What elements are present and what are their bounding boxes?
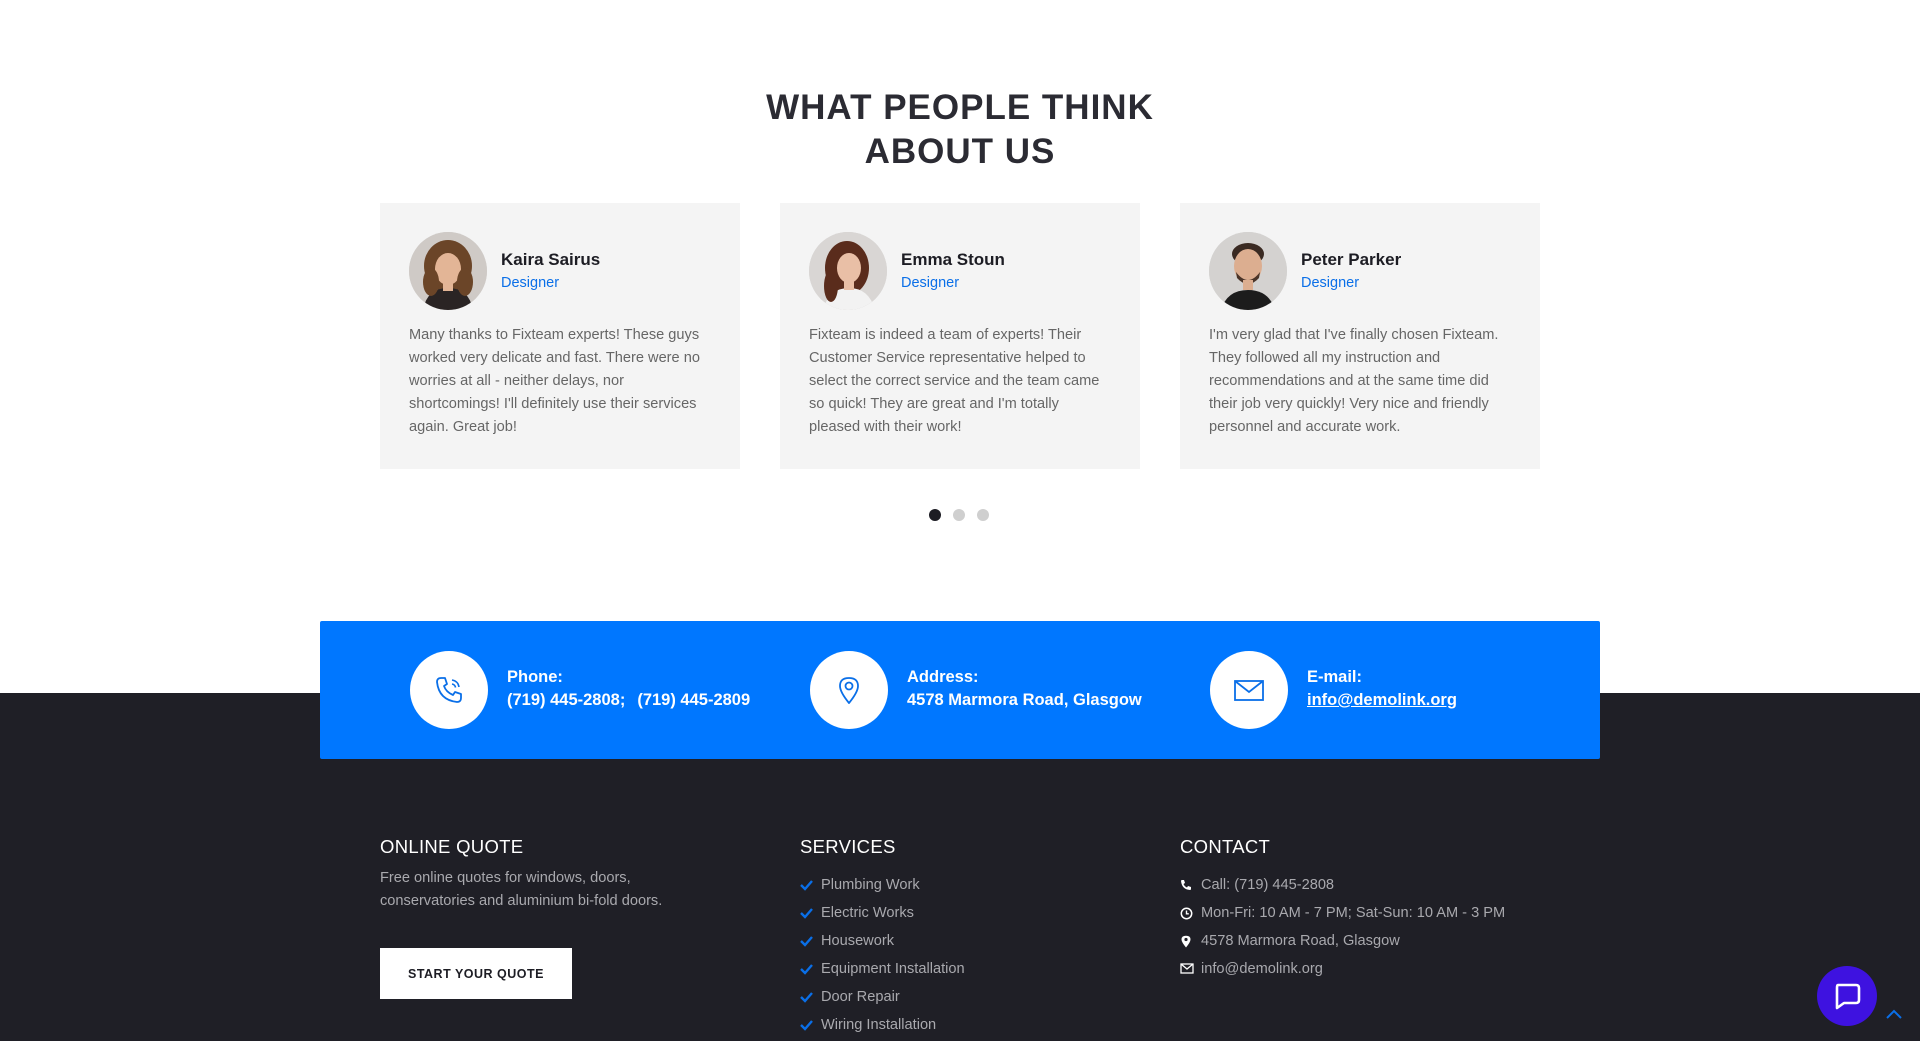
map-pin-icon <box>1181 935 1191 948</box>
band-icon-circle <box>410 651 488 729</box>
service-item-label: Wiring Installation <box>821 1017 937 1033</box>
testimonial-quote: I'm very glad that I've finally chosen F… <box>1209 327 1499 435</box>
band-icon-circle <box>1210 651 1288 729</box>
check-icon <box>800 880 813 891</box>
service-item[interactable]: Housework <box>800 930 965 958</box>
section-title-line-2: ABOUT US <box>864 132 1056 171</box>
envelope-icon <box>1180 963 1194 974</box>
service-item[interactable]: Door Repair <box>800 986 965 1014</box>
avatar <box>1209 232 1287 310</box>
carousel-dot-3[interactable] <box>977 509 989 521</box>
check-icon <box>800 1020 813 1031</box>
section-title: WHAT PEOPLE THINK ABOUT US <box>0 86 1920 174</box>
person-role: Designer <box>1301 275 1360 291</box>
phone-label: Phone: <box>507 668 563 686</box>
man-beard-avatar <box>1209 232 1287 310</box>
contact-hours-text: Mon-Fri: 10 AM - 7 PM; Sat-Sun: 10 AM - … <box>1201 905 1506 921</box>
contact-call-text: Call: (719) 445-2808 <box>1201 877 1335 893</box>
email-link[interactable]: info@demolink.org <box>1307 691 1457 709</box>
email-label: E-mail: <box>1307 668 1363 686</box>
testimonial-card: Peter Parker Designer I'm very glad that… <box>1180 203 1540 469</box>
testimonial-card: Kaira Sairus Designer Many thanks to Fix… <box>380 203 740 469</box>
avatar <box>809 232 887 310</box>
person-name: Peter Parker <box>1301 250 1402 269</box>
contact-address-text: 4578 Marmora Road, Glasgow <box>1201 933 1400 949</box>
section-title-line-1: WHAT PEOPLE THINK <box>766 88 1154 127</box>
woman-long-hair-avatar <box>809 232 887 310</box>
contact-list: Call: (719) 445-2808 Mon-Fri: 10 AM - 7 … <box>1180 874 1505 986</box>
service-item-label: Electric Works <box>821 905 914 921</box>
chevron-up-icon <box>1886 1009 1902 1019</box>
services-list: Plumbing Work Electric Works Housework E… <box>800 874 965 1041</box>
clock-icon <box>1180 907 1193 920</box>
online-quote-description: Free online quotes for windows, doors, c… <box>380 870 663 909</box>
start-quote-button[interactable]: START YOUR QUOTE <box>380 948 572 999</box>
chat-bubble-icon <box>1835 983 1861 1010</box>
band-icon-circle <box>810 651 888 729</box>
contact-email[interactable]: info@demolink.org <box>1180 958 1505 986</box>
carousel-dot-1[interactable] <box>929 509 941 521</box>
person-role: Designer <box>501 275 560 291</box>
service-item-label: Plumbing Work <box>821 877 920 893</box>
online-quote-title: ONLINE QUOTE <box>380 836 524 857</box>
contact-band: Phone: (719) 445-2808; (719) 445-2809 Add… <box>320 621 1600 759</box>
check-icon <box>800 936 813 947</box>
contact-call[interactable]: Call: (719) 445-2808 <box>1180 874 1505 902</box>
map-pin-icon <box>839 677 859 704</box>
person-name: Kaira Sairus <box>501 250 601 269</box>
service-item[interactable]: Plumbing Work <box>800 874 965 902</box>
avatar <box>409 232 487 310</box>
service-item[interactable]: Equipment Installation <box>800 958 965 986</box>
service-item[interactable]: Wiring Installation <box>800 1014 965 1041</box>
phone-icon <box>1181 880 1191 890</box>
service-item-label: Equipment Installation <box>821 961 965 977</box>
services-title: SERVICES <box>800 836 896 857</box>
address-value: 4578 Marmora Road, Glasgow <box>907 691 1142 709</box>
testimonial-card: Emma Stoun Designer Fixteam is indeed a … <box>780 203 1140 469</box>
testimonial-quote: Fixteam is indeed a team of experts! The… <box>809 327 1100 435</box>
phone-icon <box>436 677 462 703</box>
service-item[interactable]: Electric Works <box>800 902 965 930</box>
person-role: Designer <box>901 275 960 291</box>
check-icon <box>800 908 813 919</box>
scroll-to-top-button[interactable] <box>1883 1005 1905 1023</box>
contact-email-link[interactable]: info@demolink.org <box>1201 961 1323 977</box>
chat-widget-button[interactable] <box>1817 966 1877 1026</box>
testimonial-carousel: Kaira Sairus Designer Many thanks to Fix… <box>380 203 1540 469</box>
person-name: Emma Stoun <box>901 250 1005 269</box>
service-item-label: Housework <box>821 933 894 949</box>
carousel-dot-2[interactable] <box>953 509 965 521</box>
email-value: info@demolink.org <box>1307 691 1457 710</box>
address-label: Address: <box>907 668 979 686</box>
contact-hours: Mon-Fri: 10 AM - 7 PM; Sat-Sun: 10 AM - … <box>1180 902 1505 930</box>
envelope-icon <box>1234 680 1264 701</box>
testimonial-quote: Many thanks to Fixteam experts! These gu… <box>409 327 700 435</box>
phone-value: (719) 445-2808; (719) 445-2809 <box>507 691 750 710</box>
check-icon <box>800 992 813 1003</box>
phone-number-1[interactable]: (719) 445-2808; <box>507 691 625 709</box>
service-item-label: Door Repair <box>821 989 900 1005</box>
check-icon <box>800 964 813 975</box>
contact-title: CONTACT <box>1180 836 1271 857</box>
woman-curly-hair-avatar <box>409 232 487 310</box>
contact-address: 4578 Marmora Road, Glasgow <box>1180 930 1505 958</box>
phone-number-2[interactable]: (719) 445-2809 <box>637 691 750 709</box>
testimonials-section: WHAT PEOPLE THINK ABOUT US Kaira Sairus … <box>0 0 1920 693</box>
